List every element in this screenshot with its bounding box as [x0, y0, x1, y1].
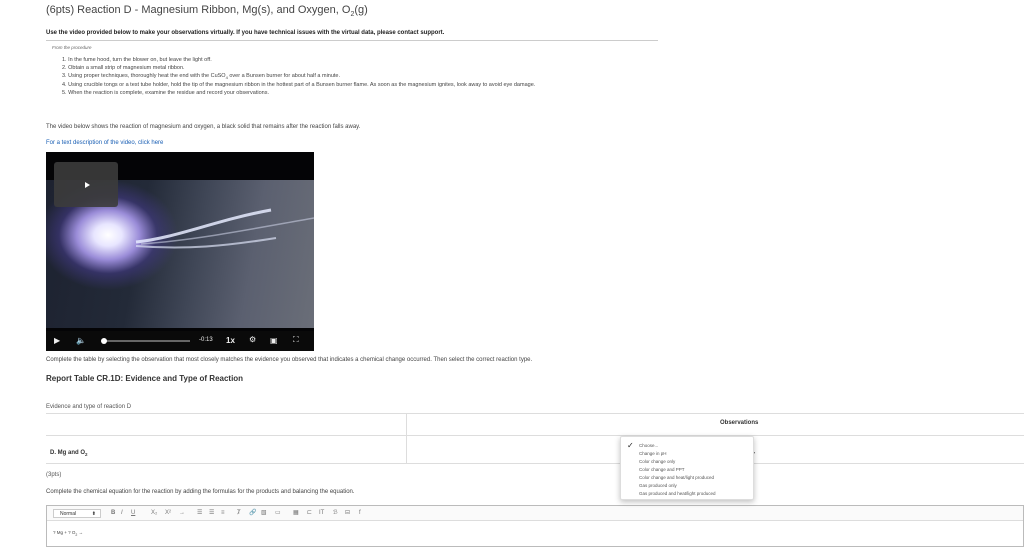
equation-text[interactable]: ? Mg + ? O2 →: [53, 530, 83, 537]
play-icon: [85, 182, 90, 188]
table-row: [46, 436, 1024, 464]
procedure-box: From the procedure 1. In the fume hood, …: [46, 40, 658, 112]
row-label-subscript: 2: [85, 452, 88, 458]
check-icon: ✓: [627, 441, 634, 450]
video-icon[interactable]: ▭: [275, 509, 281, 518]
dropdown-option[interactable]: Gas produced and heat/light produced: [639, 491, 716, 496]
playback-speed[interactable]: 1x: [226, 336, 235, 345]
eq-tail: →: [77, 530, 84, 535]
dropdown-option[interactable]: Color change and heat/light produced: [639, 475, 714, 480]
align-left-icon[interactable]: ⊏: [307, 509, 312, 518]
dropdown-option[interactable]: Change in pH: [639, 451, 667, 456]
wire-strand: [140, 217, 314, 245]
observation-dropdown-menu: ✓ Choose... Change in pH Color change on…: [620, 436, 754, 500]
row-label: D. Mg and O2: [50, 450, 88, 457]
dropdown-option[interactable]: Choose...: [639, 443, 658, 448]
procedure-step: 4. Using crucible tongs or a test tube h…: [62, 81, 536, 88]
dropdown-option[interactable]: Gas produced only: [639, 483, 677, 488]
text-description-link[interactable]: For a text description of the video, cli…: [46, 140, 163, 146]
underline-icon[interactable]: U: [131, 509, 135, 518]
title-tail: (g): [354, 4, 368, 16]
procedure-step: 3. Using proper techniques, thoroughly h…: [62, 72, 535, 80]
time-remaining: -0:13: [199, 337, 213, 343]
bold-icon[interactable]: B: [111, 509, 115, 518]
video-player[interactable]: ▶ 🔈 -0:13 1x ⚙ ▣ ⛶: [46, 152, 314, 351]
chevron-icon: ⬍: [91, 511, 96, 517]
procedure-list: 1. In the fume hood, turn the blower on,…: [62, 56, 535, 97]
eq-main: ? Mg + ? O: [53, 530, 76, 535]
progress-track[interactable]: [102, 340, 190, 342]
italic-icon[interactable]: I: [121, 509, 123, 518]
superscript-icon[interactable]: X²: [165, 509, 171, 518]
procedure-header: From the procedure: [52, 45, 92, 50]
dropdown-option[interactable]: Color change only: [639, 459, 675, 464]
row-label-main: D. Mg and O: [50, 450, 85, 456]
procedure-step: 1. In the fume hood, turn the blower on,…: [62, 57, 212, 63]
observations-header: Observations: [720, 420, 759, 426]
dropdown-option[interactable]: Color change and PPT: [639, 467, 685, 472]
step3-tail: over a Bunsen burner for about half a mi…: [227, 73, 341, 80]
report-table-title: Report Table CR.1D: Evidence and Type of…: [46, 374, 244, 383]
table-icon[interactable]: ▦: [293, 509, 299, 518]
image-icon[interactable]: ▧: [261, 509, 267, 518]
procedure-step: 2. Obtain a small strip of magnesium met…: [62, 65, 185, 72]
gear-icon[interactable]: ⚙: [249, 335, 256, 344]
evidence-label: Evidence and type of reaction D: [46, 404, 132, 410]
table-instructions: Complete the table by selecting the obse…: [46, 357, 533, 363]
play-icon[interactable]: ▶: [54, 336, 60, 345]
points-label: (3pts): [46, 472, 62, 478]
video-controls: ▶ 🔈 -0:13 1x ⚙ ▣ ⛶: [46, 331, 314, 351]
format-select[interactable]: Normal ⬍: [53, 509, 101, 518]
video-instructions: Use the video provided below to make you…: [46, 30, 445, 36]
table-header-row: [46, 414, 1024, 436]
video-description: The video below shows the reaction of ma…: [46, 124, 361, 130]
fullscreen-icon[interactable]: ⛶: [293, 335, 299, 345]
page-title: (6pts) Reaction D - Magnesium Ribbon, Mg…: [46, 4, 368, 18]
unordered-list-icon[interactable]: ☰: [209, 509, 214, 518]
text-direction-icon[interactable]: IT: [319, 509, 324, 518]
equation-editor[interactable]: Normal ⬍ B I U X₂ X² → ☰ ☰ ≡ Ⱦ 🔗 ▧ ▭ ▦ ⊏ …: [46, 505, 1024, 547]
picture-in-picture-icon[interactable]: ▣: [270, 336, 278, 345]
formula-icon[interactable]: f: [359, 509, 361, 518]
title-main: (6pts) Reaction D - Magnesium Ribbon, Mg…: [46, 4, 351, 16]
special-chars-icon[interactable]: ℬ: [333, 509, 338, 518]
indent-icon[interactable]: ⊟: [345, 509, 350, 518]
volume-icon[interactable]: 🔈: [76, 336, 86, 345]
link-icon[interactable]: 🔗: [249, 509, 256, 518]
align-icon[interactable]: ≡: [221, 509, 225, 518]
subscript-icon[interactable]: X₂: [151, 509, 157, 518]
equation-instructions: Complete the chemical equation for the r…: [46, 489, 355, 495]
format-value: Normal: [60, 511, 77, 517]
big-play-button[interactable]: [54, 162, 118, 207]
progress-handle[interactable]: [100, 338, 107, 344]
editor-toolbar: Normal ⬍ B I U X₂ X² → ☰ ☰ ≡ Ⱦ 🔗 ▧ ▭ ▦ ⊏ …: [47, 506, 1023, 521]
clear-format-icon[interactable]: Ⱦ: [237, 509, 241, 518]
procedure-step: 5. When the reaction is complete, examin…: [62, 89, 269, 96]
arrow-icon[interactable]: →: [179, 509, 185, 518]
ordered-list-icon[interactable]: ☰: [197, 509, 202, 518]
step3-main: 3. Using proper techniques, thoroughly h…: [62, 73, 226, 80]
